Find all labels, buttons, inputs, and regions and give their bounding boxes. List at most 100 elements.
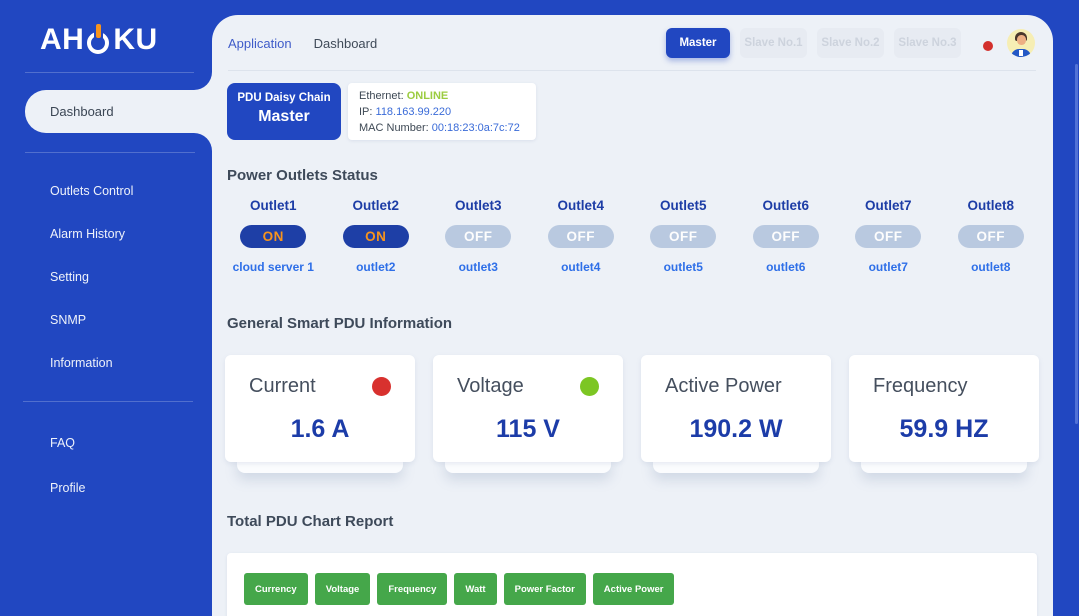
active-item-curve-top [194,72,212,90]
ip-value: 118.163.99.220 [376,106,452,118]
metrics-row: Current 1.6 A Voltage 115 V Active Power [225,355,1039,475]
ok-dot-icon [580,377,599,396]
ethernet-status-line: Ethernet: ONLINE [359,88,536,104]
metric-title: Current [249,375,316,398]
metric-card-active-power: Active Power 190.2 W [641,355,831,475]
outlet-name: Outlet6 [735,198,838,213]
active-item-curve-bottom [194,133,212,151]
breadcrumb: Application Dashboard [228,36,377,51]
outlet-toggle-3[interactable]: OFF [445,225,511,248]
user-avatar[interactable] [1007,29,1035,57]
sidebar: AH KU Dashboard Outlets Control Alarm Hi… [0,0,212,616]
outlet-name: Outlet4 [530,198,633,213]
notification-dot-icon[interactable] [983,41,993,51]
outlet-label: outlet6 [735,260,838,274]
outlet-label: cloud server 1 [222,260,325,274]
breadcrumb-application[interactable]: Application [228,36,292,51]
outlet-column-8: Outlet8 OFF outlet8 [940,198,1043,274]
outlet-name: Outlet2 [325,198,428,213]
outlet-label: outlet7 [837,260,940,274]
sidebar-item-alarm-history[interactable]: Alarm History [50,227,125,241]
outlets-row: Outlet1 ON cloud server 1 Outlet2 ON out… [222,198,1042,274]
sidebar-item-setting[interactable]: Setting [50,270,89,284]
unit-selector: Master Slave No.1 Slave No.2 Slave No.3 [666,28,961,58]
header-divider [228,70,1036,71]
outlet-label: outlet2 [325,260,428,274]
tab-slave-1[interactable]: Slave No.1 [740,28,807,58]
ethernet-status: ONLINE [407,90,449,102]
chain-role: Master [227,108,341,126]
sidebar-item-dashboard[interactable]: Dashboard [25,90,212,133]
chart-btn-power-factor[interactable]: Power Factor [504,573,586,605]
sidebar-item-label: Dashboard [50,104,114,119]
chart-btn-active-power[interactable]: Active Power [593,573,675,605]
outlet-toggle-7[interactable]: OFF [855,225,921,248]
power-icon [85,23,112,57]
metric-value: 1.6 A [249,415,391,444]
chart-section-title: Total PDU Chart Report [227,513,393,530]
sidebar-item-profile[interactable]: Profile [50,481,85,495]
metric-value: 115 V [457,415,599,444]
outlet-column-1: Outlet1 ON cloud server 1 [222,198,325,274]
outlet-name: Outlet7 [837,198,940,213]
device-info-row: PDU Daisy Chain Master Ethernet: ONLINE … [227,83,536,140]
metric-card-current: Current 1.6 A [225,355,415,475]
chart-btn-frequency[interactable]: Frequency [377,573,447,605]
tab-master[interactable]: Master [666,28,730,58]
metric-value: 59.9 HZ [873,415,1015,444]
sidebar-item-outlets-control[interactable]: Outlets Control [50,184,133,198]
outlet-toggle-5[interactable]: OFF [650,225,716,248]
outlet-toggle-2[interactable]: ON [343,225,409,248]
outlet-name: Outlet3 [427,198,530,213]
outlet-column-7: Outlet7 OFF outlet7 [837,198,940,274]
mac-line: MAC Number: 00:18:23:0a:7c:72 [359,120,536,136]
logo-text-right: KU [113,22,157,58]
chart-btn-currency[interactable]: Currency [244,573,308,605]
sidebar-divider [25,152,195,153]
metrics-section-title: General Smart PDU Information [227,315,452,332]
outlet-label: outlet5 [632,260,735,274]
outlet-column-4: Outlet4 OFF outlet4 [530,198,633,274]
outlet-label: outlet4 [530,260,633,274]
metric-card-voltage: Voltage 115 V [433,355,623,475]
outlet-column-5: Outlet5 OFF outlet5 [632,198,735,274]
main-panel: Application Dashboard Master Slave No.1 … [212,15,1053,616]
chain-title: PDU Daisy Chain [227,92,341,104]
outlets-section-title: Power Outlets Status [227,167,378,184]
breadcrumb-dashboard: Dashboard [314,36,378,51]
alert-dot-icon [372,377,391,396]
logo-text-left: AH [40,22,84,58]
metric-title: Voltage [457,375,524,398]
metric-card-frequency: Frequency 59.9 HZ [849,355,1039,475]
outlet-toggle-8[interactable]: OFF [958,225,1024,248]
scrollbar[interactable] [1075,64,1078,424]
metric-title: Active Power [665,375,782,398]
chart-metric-buttons: Currency Voltage Frequency Watt Power Fa… [244,573,674,605]
ip-line: IP: 118.163.99.220 [359,104,536,120]
sidebar-item-snmp[interactable]: SNMP [50,313,86,327]
tab-slave-2[interactable]: Slave No.2 [817,28,884,58]
chart-btn-voltage[interactable]: Voltage [315,573,371,605]
outlet-label: outlet8 [940,260,1043,274]
tab-slave-3[interactable]: Slave No.3 [894,28,961,58]
outlet-name: Outlet5 [632,198,735,213]
outlet-toggle-4[interactable]: OFF [548,225,614,248]
sidebar-item-faq[interactable]: FAQ [50,436,75,450]
outlet-name: Outlet1 [222,198,325,213]
sidebar-item-information[interactable]: Information [50,356,113,370]
sidebar-divider [23,401,193,402]
outlet-label: outlet3 [427,260,530,274]
metric-title: Frequency [873,375,968,398]
outlet-toggle-6[interactable]: OFF [753,225,819,248]
chart-btn-watt[interactable]: Watt [454,573,496,605]
outlet-column-3: Outlet3 OFF outlet3 [427,198,530,274]
ahoku-logo: AH KU [40,22,158,58]
outlet-name: Outlet8 [940,198,1043,213]
outlet-column-6: Outlet6 OFF outlet6 [735,198,838,274]
outlet-column-2: Outlet2 ON outlet2 [325,198,428,274]
mac-value: 00:18:23:0a:7c:72 [432,122,520,134]
network-info-card: Ethernet: ONLINE IP: 118.163.99.220 MAC … [348,83,536,140]
pdu-daisy-chain-card[interactable]: PDU Daisy Chain Master [227,83,341,140]
outlet-toggle-1[interactable]: ON [240,225,306,248]
sidebar-divider [25,72,195,73]
